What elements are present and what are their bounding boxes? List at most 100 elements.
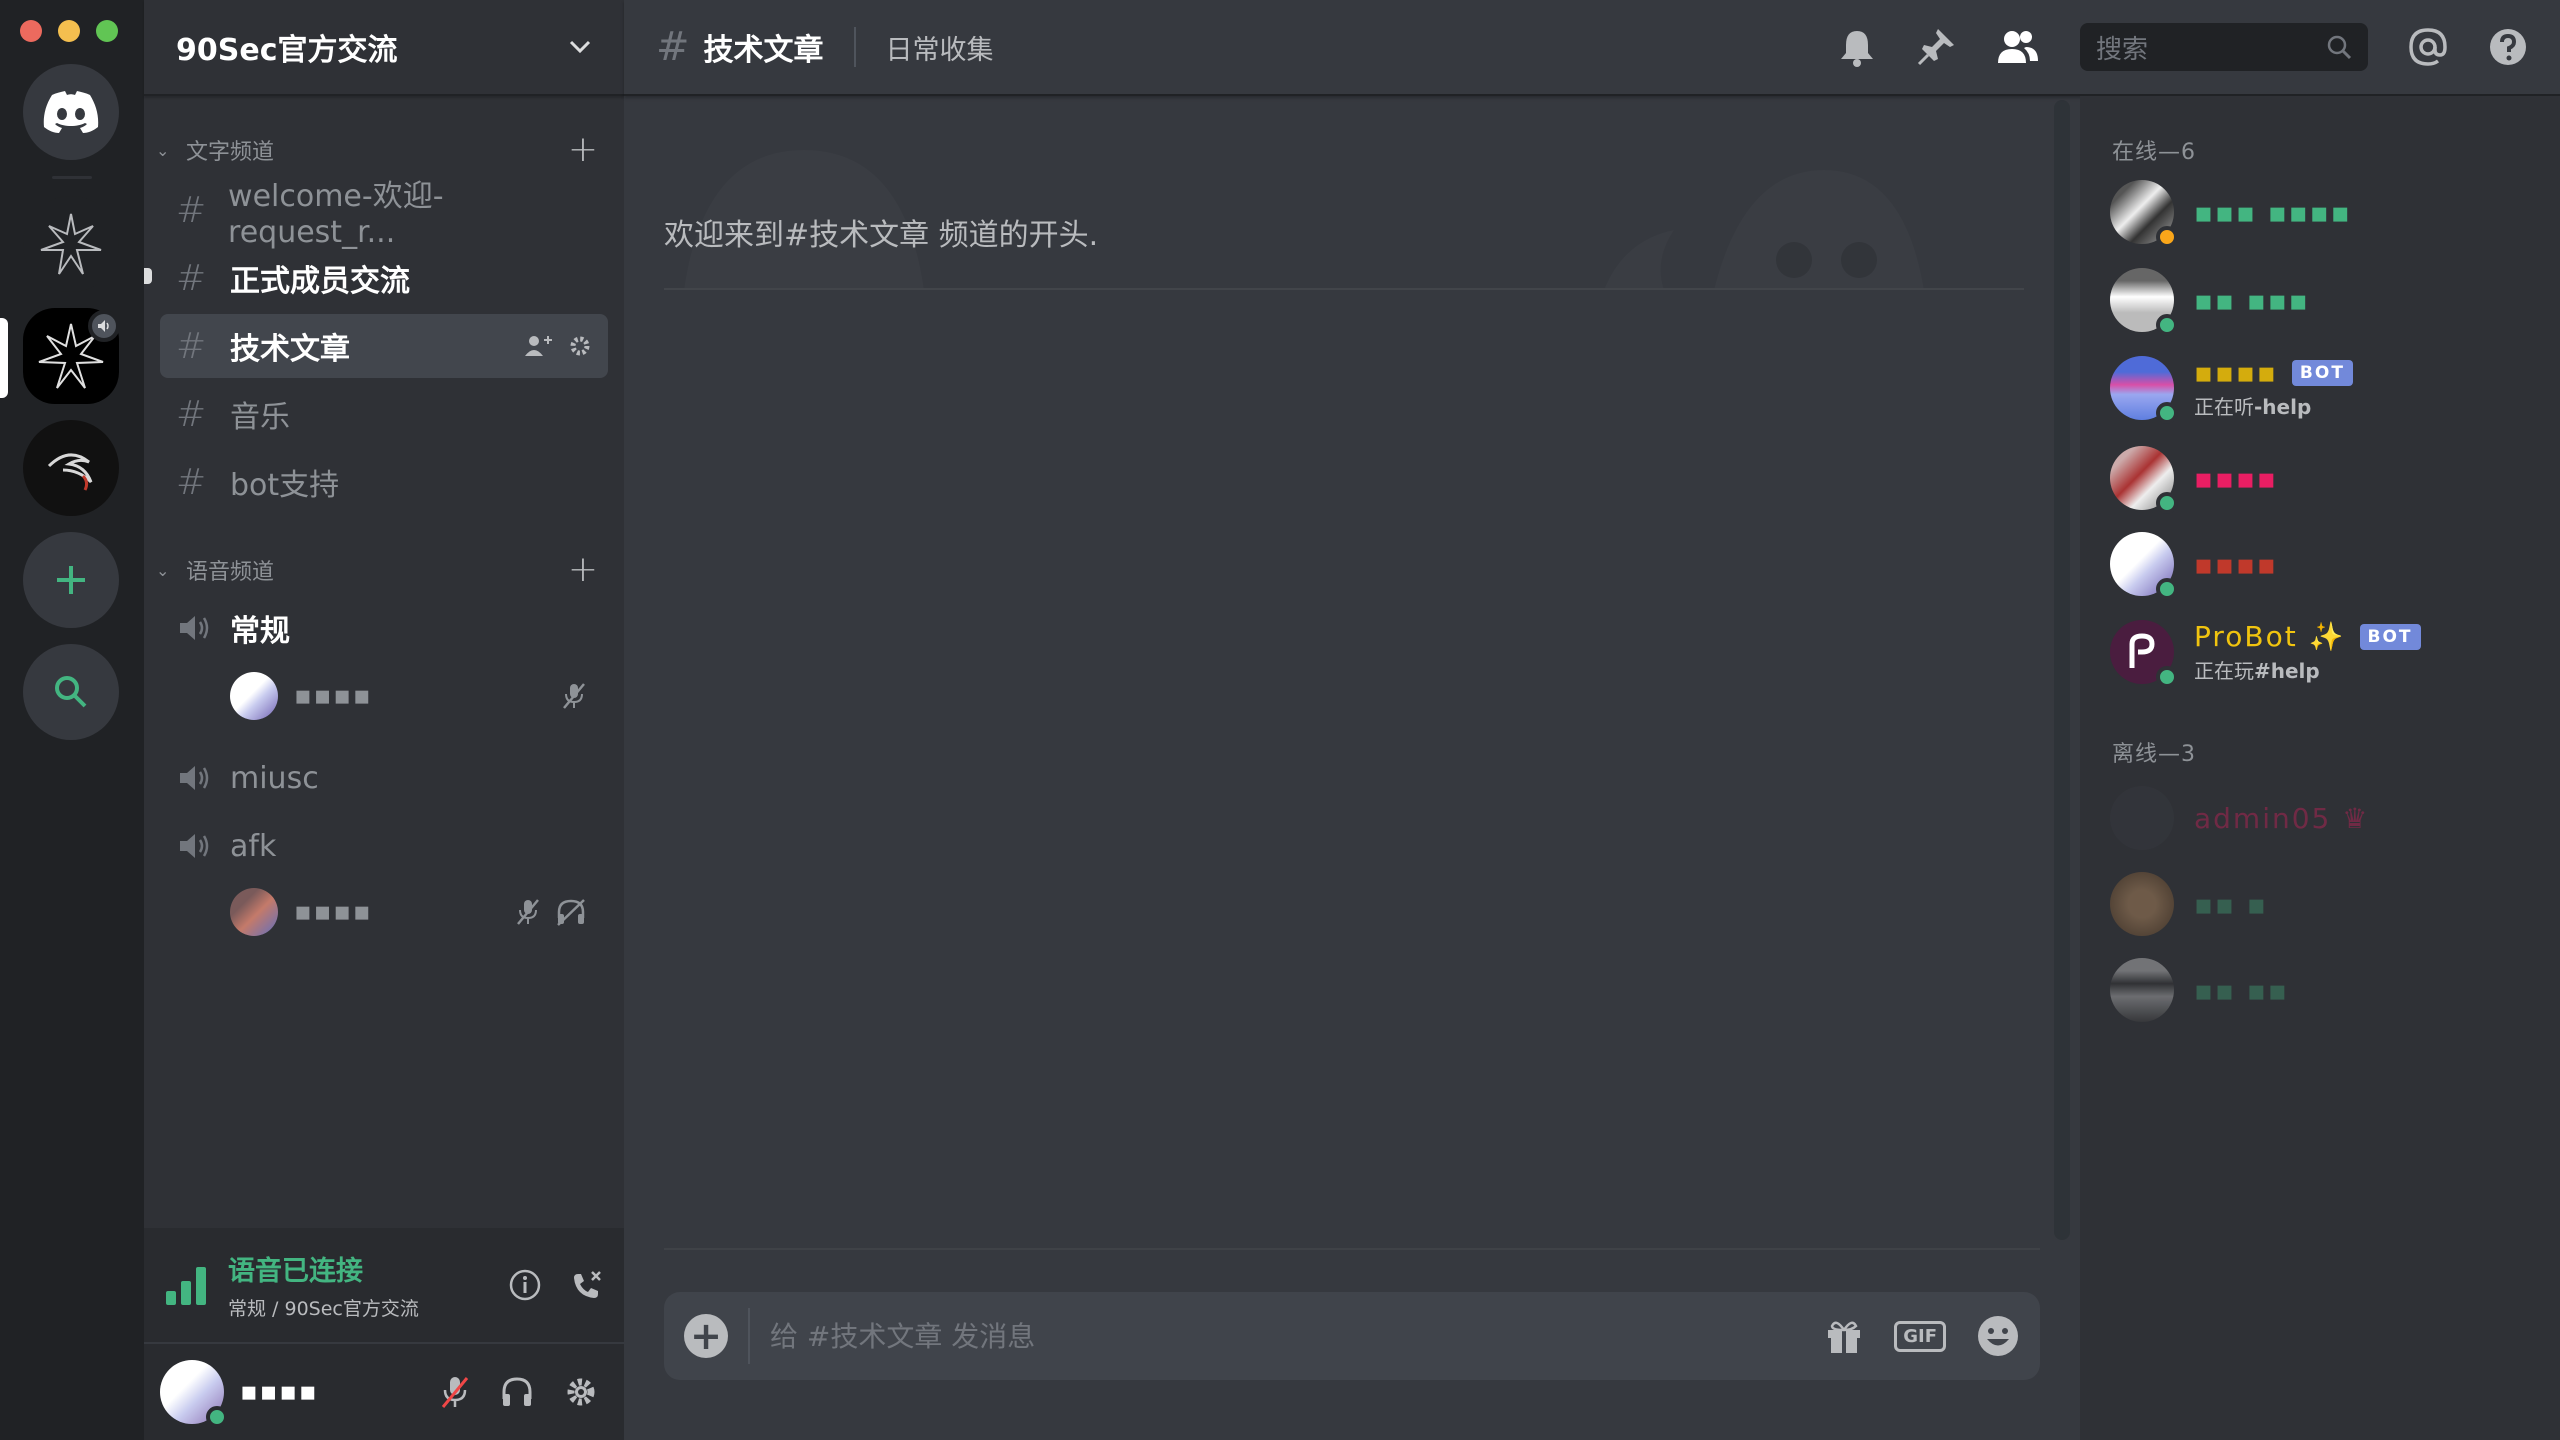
member-item[interactable]: ▪▪▪▪ [2110,438,2540,518]
voice-user[interactable]: ▪▪▪▪ [230,668,600,724]
member-name-text: ▪▪▪▪ [2194,356,2278,389]
member-name-text: admin05 ♛ [2194,801,2370,835]
server-icon-kali[interactable] [23,420,119,516]
voice-channel-afk[interactable]: afk [160,814,608,878]
upload-plus-button[interactable]: + [684,1314,728,1358]
mic-muted-icon [563,683,585,709]
member-name-text: ▪▪▪ ▪▪▪▪ [2194,195,2352,229]
channel-name: 技术文章 [230,332,350,367]
channel-name: 正式成员交流 [230,264,410,299]
speaker-icon [180,766,209,790]
message-composer: + GIF [664,1292,2040,1380]
gear-icon[interactable] [568,334,592,358]
voice-status[interactable]: 语音已连接 [228,1249,508,1288]
voice-channel-miusc[interactable]: miusc [160,746,608,810]
search-input[interactable]: 搜索 [2080,23,2368,71]
avatar [2110,620,2178,688]
avatar [2110,180,2178,248]
dragon-icon [40,213,102,275]
close-window-button[interactable] [20,20,42,42]
member-name: ▪▪▪▪ [2194,462,2278,495]
current-username[interactable]: ▪▪▪▪ [240,1377,440,1407]
online-status-indicator [2156,226,2178,248]
category-text-channels[interactable]: ⌄ 文字频道 + [156,130,612,170]
member-name-text: ProBot ✨ [2194,620,2346,653]
emoji-icon[interactable] [1976,1314,2020,1358]
chevron-down-icon [569,40,591,54]
channel-bot-support[interactable]: # bot支持 [160,450,608,514]
search-icon [2327,35,2352,60]
maximize-window-button[interactable] [96,20,118,42]
voice-user[interactable]: ▪▪▪▪ [230,884,600,940]
online-status-indicator [2156,578,2178,600]
active-server-indicator [0,318,8,398]
bell-icon[interactable] [1838,27,1876,67]
avatar [230,672,278,720]
voice-channel-general[interactable]: 常规 [160,596,608,660]
chevron-down-icon: ⌄ [156,140,170,160]
disconnect-call-icon[interactable] [570,1268,604,1302]
rail-separator [52,176,92,179]
member-name: ▪▪▪ ▪▪▪▪ [2194,196,2352,229]
member-item[interactable]: ▪▪ ▪▪▪ [2110,260,2540,340]
channel-sidebar: 90Sec官方交流 ⌄ 文字频道 + # welcome-欢迎-request_… [144,0,624,1440]
server-icon-dragon[interactable] [23,196,119,292]
category-voice-channels[interactable]: ⌄ 语音频道 + [156,550,612,590]
home-button[interactable] [23,64,119,160]
channel-topic[interactable]: 日常收集 [886,28,1838,67]
speaker-icon [180,616,209,640]
signal-strength-icon[interactable] [164,1263,208,1307]
composer-divider [664,1248,2040,1250]
member-item-bot[interactable]: ▪▪▪▪ BOT 正在听-help [2110,348,2540,428]
voice-user-name: ▪▪▪▪ [294,681,373,711]
hashtag-icon: # [176,393,207,435]
create-channel-button[interactable]: + [568,132,598,168]
member-item[interactable]: ▪▪▪▪ [2110,524,2540,604]
mentions-icon[interactable] [2408,27,2448,67]
channel-music[interactable]: # 音乐 [160,382,608,446]
locked-hashtag-icon: # [176,257,207,299]
create-channel-button[interactable]: + [568,552,598,588]
speaker-icon [180,834,209,858]
message-scrollbar[interactable] [2054,100,2070,1240]
gif-button[interactable]: GIF [1894,1320,1946,1352]
user-settings-gear-icon[interactable] [564,1375,598,1409]
avatar[interactable] [160,1360,228,1428]
invite-user-icon[interactable] [524,334,554,358]
gift-icon[interactable] [1824,1316,1864,1356]
composer-separator [748,1308,750,1364]
online-status-indicator [2156,314,2178,336]
mic-muted-icon[interactable] [440,1375,470,1409]
member-name: ▪▪ ▪▪ [2194,974,2289,1007]
member-list-icon[interactable] [1996,27,2040,67]
category-label: 文字频道 [186,140,275,165]
headphones-deafened-icon [557,899,585,926]
locked-hashtag-icon: # [176,325,207,367]
avatar [2110,958,2174,1022]
channel-welcome[interactable]: # welcome-欢迎-request_r... [160,178,608,250]
server-rail [0,0,144,1440]
minimize-window-button[interactable] [58,20,80,42]
voice-active-badge [88,310,120,342]
explore-servers-button[interactable] [23,644,119,740]
member-item-offline[interactable]: ▪▪ ▪▪ [2110,950,2540,1030]
member-item[interactable]: ▪▪▪ ▪▪▪▪ [2110,172,2540,252]
server-header[interactable]: 90Sec官方交流 [144,0,624,96]
help-icon[interactable] [2488,27,2528,67]
headphones-icon[interactable] [500,1375,534,1409]
wumpus-illustration-icon [684,150,1924,288]
channel-members-chat[interactable]: # 正式成员交流 [160,246,608,310]
member-item-bot[interactable]: ProBot ✨ BOT 正在玩#help [2110,612,2540,692]
voice-location[interactable]: 常规 / 90Sec官方交流 [228,1294,508,1321]
info-icon[interactable] [508,1268,542,1302]
avatar [2110,872,2174,936]
member-item-offline[interactable]: ▪▪ ▪ [2110,864,2540,944]
voice-connection-panel: 语音已连接 常规 / 90Sec官方交流 [144,1228,624,1344]
message-input[interactable] [770,1319,1825,1353]
speaker-icon [98,320,109,332]
pin-icon[interactable] [1916,27,1956,67]
channel-tech-articles[interactable]: # 技术文章 [160,314,608,378]
avatar [2110,786,2174,850]
member-item-offline[interactable]: admin05 ♛ [2110,778,2540,858]
add-server-button[interactable] [23,532,119,628]
